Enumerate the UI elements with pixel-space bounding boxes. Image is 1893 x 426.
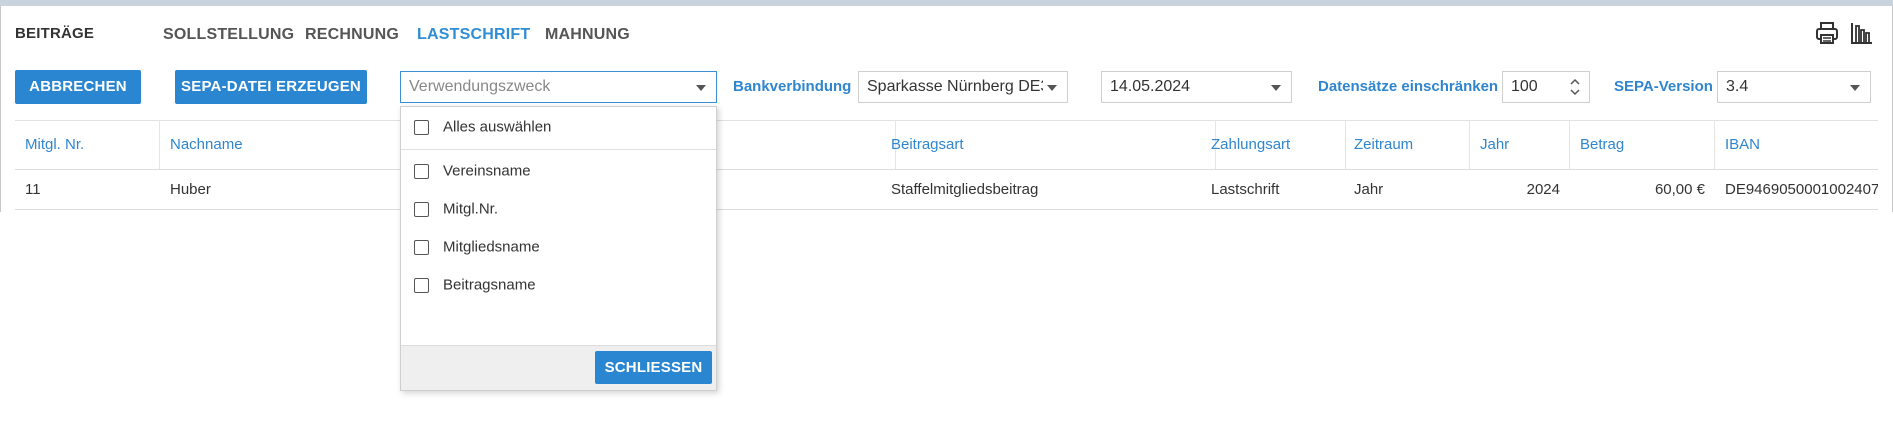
checkbox-icon[interactable]: [414, 119, 429, 135]
create-sepa-file-button[interactable]: SEPA-DATEI ERZEUGEN: [175, 70, 367, 104]
bar-chart-icon[interactable]: [1848, 20, 1874, 46]
cell-zeitraum: Jahr: [1354, 181, 1384, 198]
bank-select-value: Sparkasse Nürnberg DE31: [867, 78, 1043, 95]
option-label: Beitragsname: [443, 276, 536, 294]
date-value: 14.05.2024: [1110, 78, 1191, 95]
sepa-version-label: SEPA-Version: [1614, 78, 1713, 95]
dropdown-footer: SCHLIESSEN: [401, 345, 716, 390]
checkbox-icon[interactable]: [414, 201, 429, 217]
contributions-table: Mitgl. Nr. Nachname Beitragsart Zahlungs…: [15, 120, 1878, 210]
column-header-mitgl-nr[interactable]: Mitgl. Nr.: [15, 121, 160, 169]
dropdown-divider: [401, 149, 716, 150]
column-header-zahlungsart[interactable]: Zahlungsart: [1201, 121, 1346, 169]
option-label: Mitgl.Nr.: [443, 200, 499, 218]
select-all-label: Alles auswählen: [443, 118, 552, 136]
limit-value: 100: [1511, 78, 1538, 95]
column-header-iban[interactable]: IBAN: [1715, 121, 1878, 169]
date-picker[interactable]: 14.05.2024: [1101, 71, 1292, 103]
row-divider: [15, 209, 1878, 210]
list-item[interactable]: Vereinsname: [414, 162, 531, 184]
cell-mitgl-nr: 11: [25, 181, 41, 198]
print-icon[interactable]: [1814, 20, 1840, 46]
checkbox-icon[interactable]: [414, 277, 429, 293]
option-label: Vereinsname: [443, 162, 531, 180]
purpose-multiselect[interactable]: [400, 71, 717, 103]
sepa-version-value: 3.4: [1726, 78, 1749, 95]
limit-stepper[interactable]: 100: [1502, 71, 1590, 103]
list-item[interactable]: Mitgliedsname: [414, 238, 540, 260]
tab-sollstellung[interactable]: SOLLSTELLUNG: [163, 26, 294, 44]
cell-iban: DE94690500010024077: [1725, 181, 1878, 198]
cell-betrag: 60,00 €: [1654, 181, 1705, 198]
select-all-option[interactable]: Alles auswählen: [414, 118, 551, 140]
tab-rechnung[interactable]: RECHNUNG: [305, 26, 399, 44]
bank-label: Bankverbindung: [733, 78, 852, 95]
cell-jahr: 2024: [1526, 181, 1560, 198]
stepper-arrows-icon[interactable]: [1569, 76, 1581, 98]
option-label: Mitgliedsname: [443, 238, 540, 256]
list-item[interactable]: Mitgl.Nr.: [414, 200, 498, 222]
panel-left-border: [0, 6, 1, 212]
chevron-down-icon[interactable]: [1271, 85, 1281, 91]
cell-nachname: Huber: [170, 181, 211, 198]
close-button[interactable]: SCHLIESSEN: [595, 351, 712, 384]
list-item[interactable]: Beitragsname: [414, 276, 536, 298]
top-border: [0, 0, 1893, 6]
chevron-down-icon[interactable]: [1047, 85, 1057, 91]
column-header-zeitraum[interactable]: Zeitraum: [1344, 121, 1470, 169]
purpose-input[interactable]: [409, 73, 689, 101]
cell-zahlungsart: Lastschrift: [1211, 181, 1280, 198]
column-header-betrag[interactable]: Betrag: [1570, 121, 1715, 169]
cell-beitragsart: Staffelmitgliedsbeitrag: [891, 181, 1039, 198]
column-header-jahr[interactable]: Jahr: [1470, 121, 1570, 169]
bank-select[interactable]: Sparkasse Nürnberg DE31: [858, 71, 1068, 103]
column-header-beitragsart[interactable]: Beitragsart: [881, 121, 1216, 169]
tab-lastschrift[interactable]: LASTSCHRIFT: [417, 26, 530, 44]
limit-label: Datensätze einschränken: [1318, 78, 1499, 95]
cancel-button[interactable]: ABBRECHEN: [15, 70, 141, 104]
tab-mahnung[interactable]: MAHNUNG: [545, 26, 630, 44]
sepa-version-select[interactable]: 3.4: [1717, 71, 1871, 103]
section-title: BEITRÄGE: [15, 25, 95, 42]
chevron-down-icon[interactable]: [1850, 85, 1860, 91]
checkbox-icon[interactable]: [414, 239, 429, 255]
checkbox-icon[interactable]: [414, 163, 429, 179]
chevron-down-icon[interactable]: [696, 85, 706, 91]
purpose-dropdown: Alles auswählen Vereinsname Mitgl.Nr. Mi…: [400, 106, 717, 391]
